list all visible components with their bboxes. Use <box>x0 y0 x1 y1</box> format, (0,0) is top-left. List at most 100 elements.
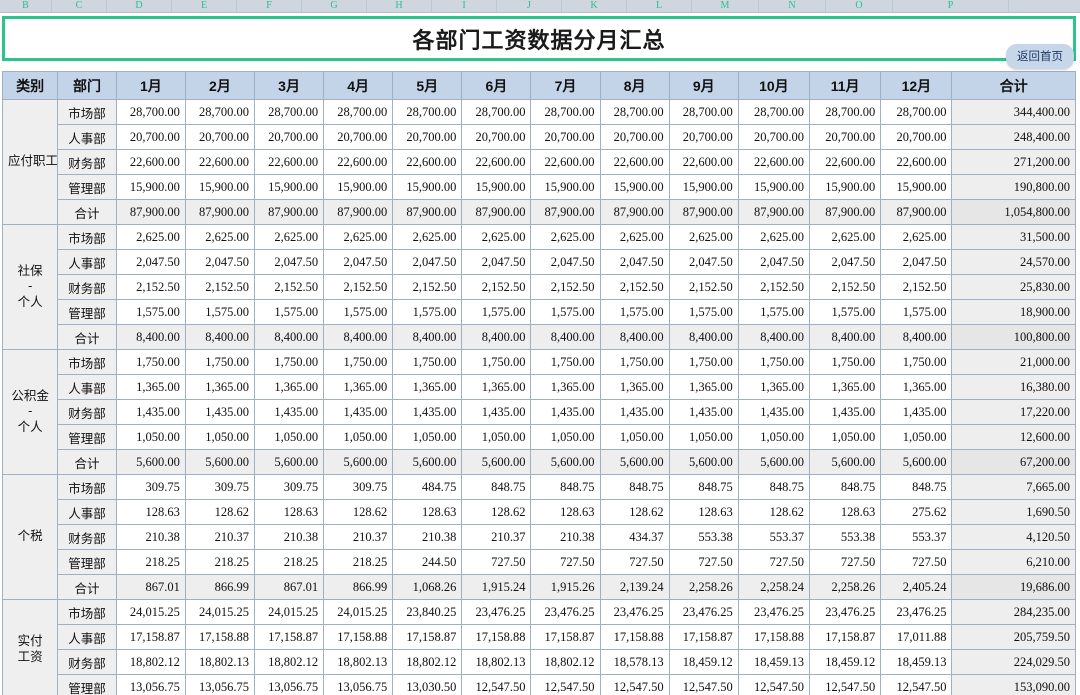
month-value-cell[interactable]: 1,915.26 <box>530 574 601 600</box>
month-value-cell[interactable]: 17,011.88 <box>880 624 953 650</box>
month-value-cell[interactable]: 1,365.00 <box>530 374 601 400</box>
month-value-cell[interactable]: 244.50 <box>392 549 463 575</box>
month-value-cell[interactable]: 87,900.00 <box>253 199 325 225</box>
month-value-cell[interactable]: 2,047.50 <box>184 249 256 275</box>
month-value-cell[interactable]: 15,900.00 <box>392 174 463 200</box>
column-letter-f[interactable]: F <box>237 0 302 12</box>
month-value-cell[interactable]: 17,158.88 <box>737 624 811 650</box>
month-value-cell[interactable]: 15,900.00 <box>599 174 670 200</box>
month-value-cell[interactable]: 275.62 <box>880 499 953 525</box>
month-value-cell[interactable]: 5,600.00 <box>880 449 953 475</box>
month-value-cell[interactable]: 8,400.00 <box>184 324 256 350</box>
month-value-cell[interactable]: 5,600.00 <box>184 449 256 475</box>
month-value-cell[interactable]: 1,575.00 <box>599 299 670 325</box>
month-value-cell[interactable]: 1,435.00 <box>253 399 325 425</box>
month-value-cell[interactable]: 484.75 <box>392 474 463 500</box>
month-value-cell[interactable]: 8,400.00 <box>599 324 670 350</box>
month-value-cell[interactable]: 18,578.13 <box>599 649 670 675</box>
row-total-cell[interactable]: 12,600.00 <box>951 424 1076 450</box>
month-value-cell[interactable]: 1,050.00 <box>184 424 256 450</box>
month-value-cell[interactable]: 5,600.00 <box>599 449 670 475</box>
month-value-cell[interactable]: 210.37 <box>461 524 532 550</box>
column-letter-k[interactable]: K <box>562 0 627 12</box>
month-value-cell[interactable]: 218.25 <box>184 549 256 575</box>
month-value-cell[interactable]: 8,400.00 <box>808 324 882 350</box>
month-value-cell[interactable]: 553.37 <box>737 524 811 550</box>
month-value-cell[interactable]: 24,015.25 <box>253 599 325 625</box>
month-value-cell[interactable]: 848.75 <box>668 474 739 500</box>
month-value-cell[interactable]: 22,600.00 <box>253 149 325 175</box>
month-value-cell[interactable]: 553.38 <box>668 524 739 550</box>
month-value-cell[interactable]: 18,802.12 <box>392 649 463 675</box>
month-value-cell[interactable]: 1,365.00 <box>115 374 186 400</box>
month-value-cell[interactable]: 210.37 <box>184 524 256 550</box>
month-value-cell[interactable]: 5,600.00 <box>115 449 186 475</box>
month-value-cell[interactable]: 2,047.50 <box>392 249 463 275</box>
month-value-cell[interactable]: 866.99 <box>184 574 256 600</box>
month-value-cell[interactable]: 128.62 <box>737 499 811 525</box>
month-value-cell[interactable]: 23,476.25 <box>461 599 532 625</box>
month-value-cell[interactable]: 1,365.00 <box>253 374 325 400</box>
month-value-cell[interactable]: 12,547.50 <box>737 674 811 695</box>
month-value-cell[interactable]: 20,700.00 <box>668 124 739 150</box>
month-value-cell[interactable]: 24,015.25 <box>115 599 186 625</box>
month-value-cell[interactable]: 2,047.50 <box>115 249 186 275</box>
month-value-cell[interactable]: 1,575.00 <box>184 299 256 325</box>
month-value-cell[interactable]: 1,365.00 <box>461 374 532 400</box>
month-value-cell[interactable]: 17,158.87 <box>668 624 739 650</box>
month-value-cell[interactable]: 2,047.50 <box>530 249 601 275</box>
month-value-cell[interactable]: 1,750.00 <box>668 349 739 375</box>
column-letter-n[interactable]: N <box>759 0 826 12</box>
month-value-cell[interactable]: 28,700.00 <box>461 99 532 125</box>
month-value-cell[interactable]: 128.63 <box>668 499 739 525</box>
month-value-cell[interactable]: 5,600.00 <box>323 449 394 475</box>
month-value-cell[interactable]: 128.62 <box>184 499 256 525</box>
month-value-cell[interactable]: 128.62 <box>461 499 532 525</box>
month-value-cell[interactable]: 87,900.00 <box>599 199 670 225</box>
month-value-cell[interactable]: 1,435.00 <box>184 399 256 425</box>
month-value-cell[interactable]: 1,050.00 <box>808 424 882 450</box>
month-value-cell[interactable]: 1,575.00 <box>115 299 186 325</box>
month-value-cell[interactable]: 8,400.00 <box>530 324 601 350</box>
month-value-cell[interactable]: 218.25 <box>253 549 325 575</box>
month-value-cell[interactable]: 1,050.00 <box>880 424 953 450</box>
month-value-cell[interactable]: 18,459.12 <box>668 649 739 675</box>
month-value-cell[interactable]: 20,700.00 <box>115 124 186 150</box>
month-value-cell[interactable]: 87,900.00 <box>392 199 463 225</box>
column-letter-h[interactable]: H <box>367 0 432 12</box>
month-value-cell[interactable]: 2,625.00 <box>599 224 670 250</box>
month-value-cell[interactable]: 210.38 <box>115 524 186 550</box>
month-value-cell[interactable]: 1,750.00 <box>599 349 670 375</box>
month-value-cell[interactable]: 1,050.00 <box>461 424 532 450</box>
month-value-cell[interactable]: 12,547.50 <box>668 674 739 695</box>
month-value-cell[interactable]: 5,600.00 <box>530 449 601 475</box>
month-value-cell[interactable]: 8,400.00 <box>880 324 953 350</box>
month-value-cell[interactable]: 20,700.00 <box>737 124 811 150</box>
month-value-cell[interactable]: 87,900.00 <box>530 199 601 225</box>
month-value-cell[interactable]: 87,900.00 <box>461 199 532 225</box>
column-letter-b[interactable]: B <box>0 0 52 12</box>
month-value-cell[interactable]: 22,600.00 <box>599 149 670 175</box>
month-value-cell[interactable]: 2,625.00 <box>530 224 601 250</box>
month-value-cell[interactable]: 87,900.00 <box>668 199 739 225</box>
month-value-cell[interactable]: 2,625.00 <box>668 224 739 250</box>
month-value-cell[interactable]: 2,047.50 <box>880 249 953 275</box>
month-value-cell[interactable]: 1,435.00 <box>808 399 882 425</box>
row-total-cell[interactable]: 16,380.00 <box>951 374 1076 400</box>
month-value-cell[interactable]: 1,575.00 <box>253 299 325 325</box>
column-letter-i[interactable]: I <box>432 0 497 12</box>
row-total-cell[interactable]: 190,800.00 <box>951 174 1076 200</box>
month-value-cell[interactable]: 8,400.00 <box>253 324 325 350</box>
month-value-cell[interactable]: 1,435.00 <box>323 399 394 425</box>
month-value-cell[interactable]: 2,625.00 <box>184 224 256 250</box>
month-value-cell[interactable]: 13,030.50 <box>392 674 463 695</box>
month-value-cell[interactable]: 5,600.00 <box>461 449 532 475</box>
month-value-cell[interactable]: 5,600.00 <box>392 449 463 475</box>
month-value-cell[interactable]: 28,700.00 <box>323 99 394 125</box>
month-value-cell[interactable]: 1,365.00 <box>392 374 463 400</box>
month-value-cell[interactable]: 17,158.87 <box>530 624 601 650</box>
month-value-cell[interactable]: 1,435.00 <box>530 399 601 425</box>
month-value-cell[interactable]: 13,056.75 <box>253 674 325 695</box>
month-value-cell[interactable]: 28,700.00 <box>737 99 811 125</box>
month-value-cell[interactable]: 2,152.50 <box>880 274 953 300</box>
